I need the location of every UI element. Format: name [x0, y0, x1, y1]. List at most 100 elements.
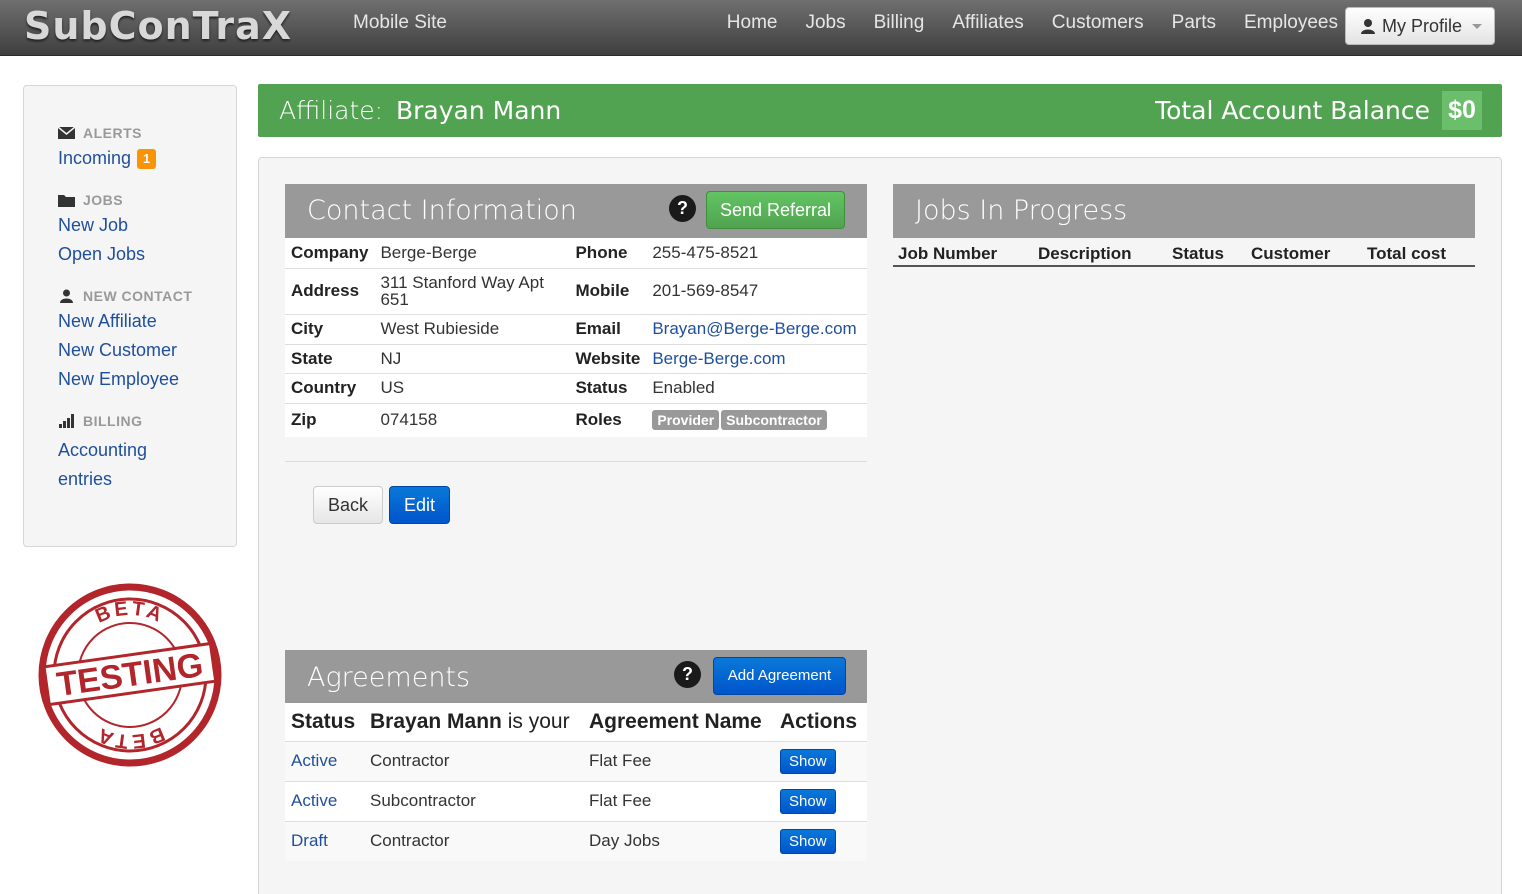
contact-info-title: Contact Information	[307, 195, 577, 226]
beta-testing-stamp: BETA BETA TESTING	[38, 583, 222, 767]
jobs-table-header: Job Number Description Status Customer T…	[893, 238, 1475, 267]
email-link[interactable]: Brayan@Berge-Berge.com	[652, 319, 856, 338]
column-header: Status	[1172, 244, 1224, 263]
column-header: Actions	[780, 709, 858, 733]
incoming-count-badge: 1	[137, 148, 157, 169]
table-row: Address 311 Stanford Way Apt 651 Mobile …	[285, 267, 867, 314]
field-label: Email	[569, 313, 647, 344]
mobile-value: 201-569-8547	[646, 267, 867, 314]
table-row: City West Rubieside Email Brayan@Berge-B…	[285, 313, 867, 344]
sidebar-header-label: BILLING	[83, 413, 143, 429]
sidebar-header-alerts: ALERTS	[58, 122, 236, 144]
agreements-header: Agreements ? Add Agreement	[285, 650, 867, 703]
table-row: Draft Contractor Day Jobs Show	[285, 820, 867, 861]
sidebar-item-new-job[interactable]: New Job	[58, 211, 236, 240]
agreement-status-link[interactable]: Active	[291, 751, 337, 770]
column-header: Status	[291, 709, 356, 733]
user-icon	[1361, 19, 1375, 34]
sidebar-item-accounting-entries[interactable]: Accounting entries	[58, 436, 236, 494]
field-label: Roles	[569, 402, 647, 437]
sidebar-header-label: JOBS	[83, 192, 124, 208]
sidebar-item-open-jobs[interactable]: Open Jobs	[58, 240, 236, 269]
jobs-in-progress-title: Jobs In Progress	[915, 195, 1128, 226]
nav-affiliates[interactable]: Affiliates	[952, 12, 1023, 34]
state-value: NJ	[374, 343, 570, 373]
column-header: Job Number	[898, 244, 998, 263]
table-row: Zip 074158 Roles Provider Subcontractor	[285, 402, 867, 437]
sidebar-item-label: Incoming	[58, 148, 132, 168]
add-agreement-button[interactable]: Add Agreement	[713, 657, 846, 695]
user-icon	[60, 289, 73, 303]
zip-value: 074158	[374, 402, 570, 437]
affiliate-banner: Affiliate: Brayan Mann Total Account Bal…	[258, 84, 1502, 137]
agreement-status-link[interactable]: Active	[291, 791, 337, 810]
city-value: West Rubieside	[374, 313, 570, 344]
nav-parts[interactable]: Parts	[1172, 12, 1216, 34]
help-icon[interactable]: ?	[669, 195, 696, 222]
table-row: Active Contractor Flat Fee Show	[285, 740, 867, 781]
field-label: City	[285, 313, 375, 344]
agreement-role: Contractor	[364, 820, 583, 861]
field-label: State	[285, 343, 375, 373]
column-header: Brayan Mann is your	[364, 703, 583, 741]
jobs-in-progress-header: Jobs In Progress	[893, 184, 1475, 238]
field-label: Zip	[285, 402, 375, 437]
show-button[interactable]: Show	[780, 748, 836, 774]
show-button[interactable]: Show	[780, 828, 836, 854]
column-header: Description	[1038, 244, 1132, 263]
sidebar-item-label: Accounting	[58, 440, 148, 460]
field-label: Status	[569, 372, 647, 403]
contact-info-table: Company Berge-Berge Phone 255-475-8521 A…	[285, 238, 867, 437]
nav-home[interactable]: Home	[727, 12, 778, 34]
folder-icon	[58, 195, 75, 207]
sidebar-header-new-contact: NEW CONTACT	[58, 285, 236, 307]
nav-customers[interactable]: Customers	[1052, 12, 1144, 34]
sidebar-header-label: NEW CONTACT	[83, 288, 193, 304]
my-profile-button[interactable]: My Profile	[1345, 7, 1495, 45]
sidebar-item-incoming[interactable]: Incoming 1	[58, 144, 236, 173]
field-label: Country	[285, 372, 375, 403]
agreement-role: Contractor	[364, 740, 583, 781]
mobile-site-link[interactable]: Mobile Site	[353, 12, 447, 34]
field-label: Website	[569, 343, 647, 373]
envelope-icon	[58, 126, 75, 139]
back-button[interactable]: Back	[313, 486, 383, 524]
send-referral-button[interactable]: Send Referral	[706, 191, 845, 229]
field-label: Address	[285, 267, 375, 314]
affiliate-label: Affiliate:	[279, 96, 384, 125]
sidebar-item-new-employee[interactable]: New Employee	[58, 365, 236, 394]
column-header-suffix: is your	[507, 709, 570, 733]
country-value: US	[374, 372, 570, 403]
agreement-status-link[interactable]: Draft	[291, 831, 328, 850]
agreement-name: Flat Fee	[583, 740, 774, 781]
column-header-name: Brayan Mann	[370, 709, 502, 733]
agreement-name: Day Jobs	[583, 820, 774, 861]
help-icon[interactable]: ?	[674, 661, 701, 688]
sidebar-item-label: entries	[58, 469, 113, 489]
sidebar-header-jobs: JOBS	[58, 189, 236, 211]
agreements-table: Status Brayan Mann is your Agreement Nam…	[285, 703, 867, 861]
address-value: 311 Stanford Way Apt 651	[374, 267, 570, 314]
phone-value: 255-475-8521	[652, 242, 759, 262]
top-navbar: SubConTraX Mobile Site Home Jobs Billing…	[0, 0, 1522, 56]
website-link[interactable]: Berge-Berge.com	[652, 349, 785, 368]
nav-employees[interactable]: Employees	[1244, 12, 1338, 34]
company-value: Berge-Berge	[380, 242, 477, 262]
main-nav: Home Jobs Billing Affiliates Customers P…	[727, 12, 1338, 34]
nav-billing[interactable]: Billing	[874, 12, 925, 34]
show-button[interactable]: Show	[780, 788, 836, 814]
sidebar-item-new-affiliate[interactable]: New Affiliate	[58, 307, 236, 336]
section-divider	[285, 461, 867, 462]
role-badge: Provider	[652, 410, 720, 431]
edit-button[interactable]: Edit	[389, 486, 450, 524]
my-profile-label: My Profile	[1382, 15, 1463, 36]
column-header: Total cost	[1367, 244, 1447, 263]
brand-logo[interactable]: SubConTraX	[24, 4, 292, 48]
agreement-name: Flat Fee	[583, 780, 774, 821]
nav-jobs[interactable]: Jobs	[805, 12, 845, 34]
sidebar-item-new-customer[interactable]: New Customer	[58, 336, 236, 365]
table-row: State NJ Website Berge-Berge.com	[285, 343, 867, 373]
affiliate-name: Brayan Mann	[396, 96, 562, 125]
table-row: Country US Status Enabled	[285, 372, 867, 403]
role-badge: Subcontractor	[721, 410, 827, 431]
